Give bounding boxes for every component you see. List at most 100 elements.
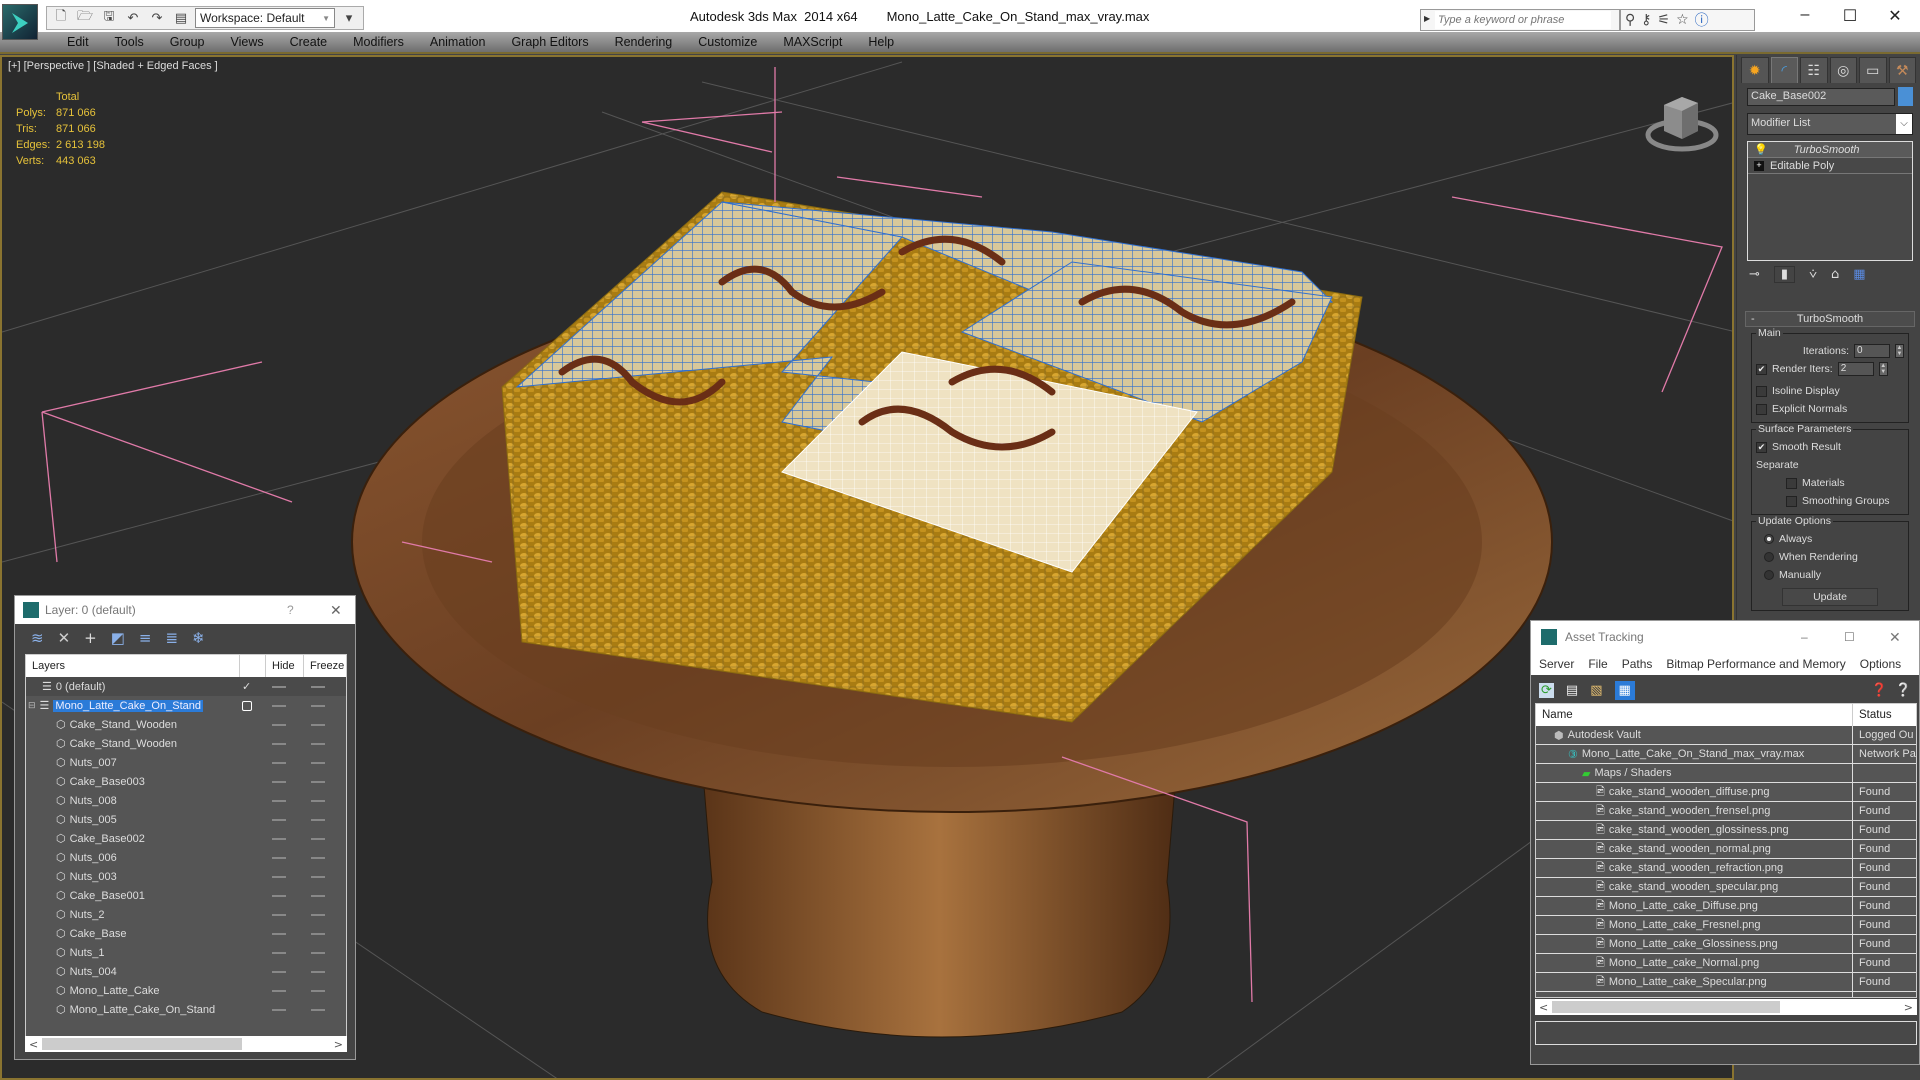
layer-row-default[interactable]: ☰ 0 (default) ✓ bbox=[26, 677, 346, 696]
layer-object-row[interactable]: ⬡ Mono_Latte_Cake bbox=[26, 981, 346, 1000]
layer-object-row[interactable]: ⬡ Cake_Base bbox=[26, 924, 346, 943]
asset-row[interactable]: 🖻 Mono_Latte_cake_Diffuse.png Found bbox=[1536, 897, 1916, 916]
asset-row[interactable]: ▰ Maps / Shaders bbox=[1536, 764, 1916, 783]
asset-row[interactable]: 🖻 Mono_Latte_cake_Fresnel.png Found bbox=[1536, 916, 1916, 935]
asset-row[interactable]: 🖻 cake_stand_wooden_diffuse.png Found bbox=[1536, 783, 1916, 802]
asset-window-titlebar[interactable]: Asset Tracking – ☐ ✕ bbox=[1531, 621, 1919, 653]
scroll-left-icon[interactable]: < bbox=[29, 1038, 38, 1051]
search-input[interactable] bbox=[1435, 11, 1611, 29]
hide-toggle[interactable] bbox=[272, 705, 286, 707]
layer-object-row[interactable]: ⬡ Nuts_008 bbox=[26, 791, 346, 810]
hide-toggle[interactable] bbox=[272, 990, 286, 992]
hide-toggle[interactable] bbox=[272, 762, 286, 764]
freeze-toggle[interactable] bbox=[311, 762, 325, 764]
smoothing-groups-checkbox[interactable] bbox=[1786, 495, 1797, 507]
hide-toggle[interactable] bbox=[272, 743, 286, 745]
menu-help[interactable]: Help bbox=[855, 32, 907, 52]
project-folder-icon[interactable]: ▤ bbox=[171, 9, 191, 27]
hide-all-icon[interactable]: ≣ bbox=[166, 629, 179, 647]
render-iters-spinner[interactable]: 2 bbox=[1837, 362, 1874, 376]
motion-tab-icon[interactable]: ◎ bbox=[1829, 57, 1857, 83]
asset-row[interactable]: 🖻 cake_stand_wooden_glossiness.png Found bbox=[1536, 821, 1916, 840]
modifier-list-dropdown[interactable]: Modifier List ⌵ bbox=[1747, 113, 1913, 135]
display-tab-icon[interactable]: ▭ bbox=[1859, 57, 1887, 83]
layer-horizontal-scrollbar[interactable]: < > bbox=[25, 1036, 347, 1052]
asset-row[interactable]: ③ Mono_Latte_Cake_On_Stand_max_vray.max Ne… bbox=[1536, 745, 1916, 764]
asset-row[interactable]: 🖻 Mono_Latte_cake_Specular.png Found bbox=[1536, 973, 1916, 992]
freeze-toggle[interactable] bbox=[311, 819, 325, 821]
menu-modifiers[interactable]: Modifiers bbox=[340, 32, 417, 52]
hide-toggle[interactable] bbox=[272, 933, 286, 935]
save-file-icon[interactable]: 🖫 bbox=[99, 9, 119, 27]
asset-row[interactable]: 🖻 Mono_Latte_cake_Glossiness.png Found bbox=[1536, 935, 1916, 954]
current-layer-box[interactable] bbox=[242, 700, 252, 711]
menu-group[interactable]: Group bbox=[157, 32, 218, 52]
column-status[interactable]: Status bbox=[1853, 704, 1892, 726]
asset-row[interactable]: 🖻 cake_stand_wooden_refraction.png Found bbox=[1536, 859, 1916, 878]
asset-row[interactable]: 🖻 cake_stand_wooden_normal.png Found bbox=[1536, 840, 1916, 859]
hide-toggle[interactable] bbox=[272, 838, 286, 840]
hide-toggle[interactable] bbox=[272, 819, 286, 821]
viewcube[interactable] bbox=[1642, 87, 1722, 157]
render-iters-checkbox[interactable]: ✔ bbox=[1756, 363, 1767, 375]
layer-object-row[interactable]: ⬡ Cake_Stand_Wooden bbox=[26, 734, 346, 753]
freeze-all-icon[interactable]: ❄ bbox=[192, 629, 205, 647]
layer-object-row[interactable]: ⬡ Nuts_004 bbox=[26, 962, 346, 981]
hide-toggle[interactable] bbox=[272, 781, 286, 783]
hide-toggle[interactable] bbox=[272, 800, 286, 802]
rollout-header[interactable]: - TurboSmooth bbox=[1745, 311, 1915, 327]
layer-row-selected[interactable]: ⊟ ☰ Mono_Latte_Cake_On_Stand bbox=[26, 696, 346, 715]
hide-toggle[interactable] bbox=[272, 876, 286, 878]
menu-edit[interactable]: Edit bbox=[54, 32, 102, 52]
layer-object-row[interactable]: ⬡ Nuts_006 bbox=[26, 848, 346, 867]
asset-horizontal-scrollbar[interactable]: < > bbox=[1535, 999, 1917, 1015]
menu-server[interactable]: Server bbox=[1539, 657, 1574, 671]
layer-window-titlebar[interactable]: Layer: 0 (default) ? ✕ bbox=[15, 596, 355, 624]
utilities-tab-icon[interactable]: ⚒ bbox=[1888, 57, 1916, 83]
freeze-toggle[interactable] bbox=[311, 990, 325, 992]
layer-object-row[interactable]: ⬡ Nuts_2 bbox=[26, 905, 346, 924]
layer-object-row[interactable]: ⬡ Cake_Base002 bbox=[26, 829, 346, 848]
asset-row[interactable]: 🖻 Mono_Latte_cake_Normal.png Found bbox=[1536, 954, 1916, 973]
object-name-field[interactable]: Cake_Base002 bbox=[1747, 88, 1895, 106]
close-button[interactable]: ✕ bbox=[330, 602, 342, 619]
viewport-label[interactable]: [+] [Perspective ] [Shaded + Edged Faces… bbox=[8, 60, 218, 72]
asset-row[interactable]: 🖻 cake_stand_wooden_frensel.png Found bbox=[1536, 802, 1916, 821]
hide-toggle[interactable] bbox=[272, 895, 286, 897]
menu-rendering[interactable]: Rendering bbox=[602, 32, 686, 52]
layer-object-row[interactable]: ⬡ Nuts_1 bbox=[26, 943, 346, 962]
undo-icon[interactable]: ↶ bbox=[123, 9, 143, 27]
freeze-toggle[interactable] bbox=[311, 971, 325, 973]
menu-file[interactable]: File bbox=[1588, 657, 1607, 671]
menu-graph-editors[interactable]: Graph Editors bbox=[498, 32, 601, 52]
layer-object-row[interactable]: ⬡ Nuts_007 bbox=[26, 753, 346, 772]
when-rendering-radio[interactable] bbox=[1764, 552, 1774, 562]
layer-object-row[interactable]: ⬡ Nuts_005 bbox=[26, 810, 346, 829]
hierarchy-tab-icon[interactable]: ☷ bbox=[1800, 57, 1828, 83]
always-radio[interactable] bbox=[1764, 534, 1774, 544]
stack-item-turbosmooth[interactable]: 💡 TurboSmooth bbox=[1748, 142, 1912, 158]
configure-sets-icon[interactable]: ▦ bbox=[1853, 267, 1865, 282]
maximize-button[interactable]: ☐ bbox=[1844, 630, 1855, 644]
help-icon[interactable]: ⓘ bbox=[1695, 10, 1709, 30]
freeze-toggle[interactable] bbox=[311, 857, 325, 859]
create-tab-icon[interactable]: ✹ bbox=[1741, 57, 1769, 83]
column-hide[interactable]: Hide bbox=[266, 655, 304, 677]
minimize-button[interactable]: – bbox=[1801, 630, 1808, 644]
freeze-toggle[interactable] bbox=[311, 914, 325, 916]
vault-help-icon[interactable]: ❓ bbox=[1871, 683, 1887, 698]
freeze-toggle[interactable] bbox=[311, 705, 325, 707]
highlight-layer-icon[interactable]: ≡ bbox=[139, 629, 152, 647]
list-view-icon[interactable]: ▤ bbox=[1566, 683, 1578, 698]
layer-object-row[interactable]: ⬡ Mono_Latte_Cake_On_Stand bbox=[26, 1000, 346, 1019]
hide-toggle[interactable] bbox=[272, 686, 286, 688]
redo-icon[interactable]: ↷ bbox=[147, 9, 167, 27]
object-color-swatch[interactable] bbox=[1898, 87, 1913, 106]
isoline-checkbox[interactable] bbox=[1756, 385, 1767, 397]
remove-modifier-icon[interactable]: ⌂ bbox=[1831, 267, 1839, 282]
column-layers[interactable]: Layers bbox=[26, 655, 240, 677]
column-freeze[interactable]: Freeze bbox=[304, 655, 346, 677]
current-layer-check-icon[interactable]: ✓ bbox=[242, 680, 251, 693]
menu-tools[interactable]: Tools bbox=[102, 32, 157, 52]
expand-plus-icon[interactable]: + bbox=[1754, 160, 1764, 171]
